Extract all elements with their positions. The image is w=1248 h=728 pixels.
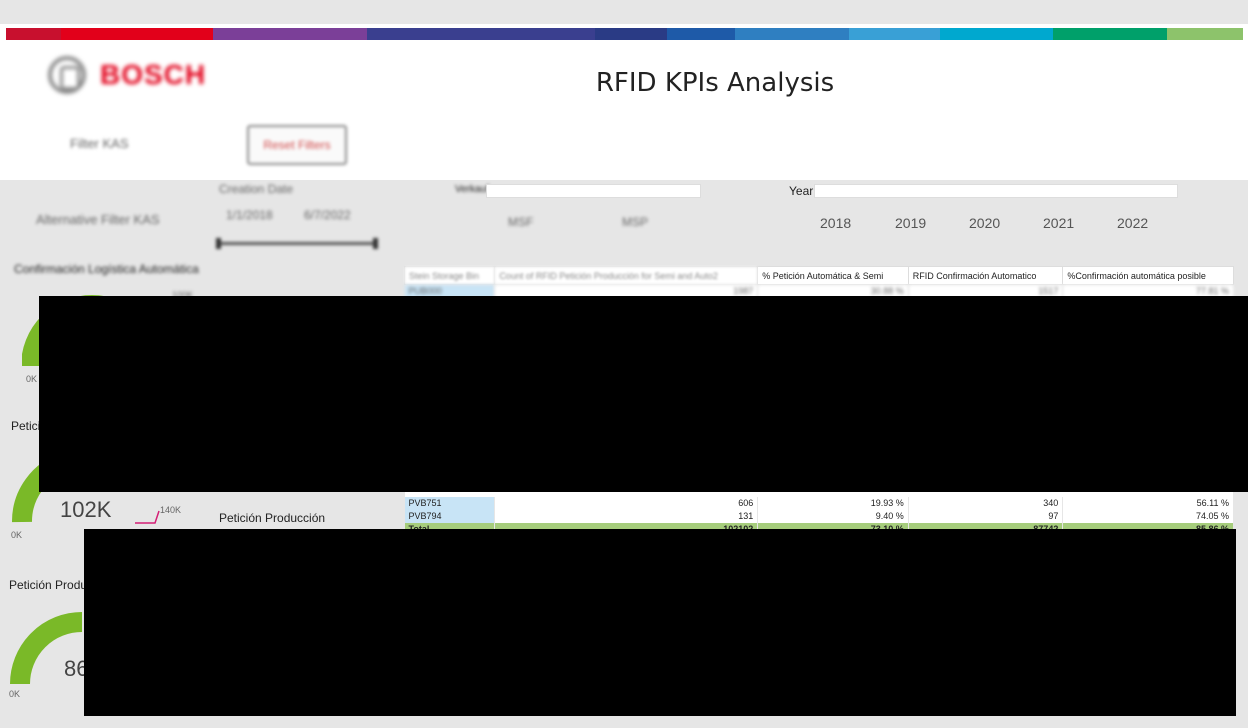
column-header[interactable]: Stein Storage Bin [403,266,496,285]
header-panel [0,24,1248,180]
date-range-slider[interactable] [216,238,378,249]
gauge-1-min: 0K [26,374,38,384]
column-header[interactable]: %Confirmación automática posible [1062,266,1234,285]
column-header[interactable]: % Petición Automática & Semi [757,266,909,285]
brand-strip-segment [939,28,1054,40]
table-header-row: Stein Storage Bin Count of RFID Petición… [403,266,1234,285]
brand-strip-segment [1166,28,1244,40]
column-header[interactable]: RFID Confirmación Automatico [907,266,1064,285]
table-row[interactable]: PVB751 606 19.93 % 340 56.11 % [404,496,1234,510]
cell-pct-conf: 56.11 % [1062,496,1234,510]
gauge-2-target-marker [135,510,160,524]
brand-strip-segment [667,28,736,40]
bosch-armature-icon [48,56,86,94]
brand-strip-segment [367,28,595,40]
gauge-2-value: 102K [60,497,112,522]
cell-pct-auto: 19.93 % [757,496,909,510]
logo-text: BOSCH [100,59,207,90]
creation-date-title: Creation Date [219,182,294,196]
cell-count: 606 [494,496,759,510]
cell-count: 131 [494,509,759,523]
bosch-logo: BOSCH [48,56,206,94]
year-option-2022[interactable]: 2022 [1117,215,1148,231]
year-option-2020[interactable]: 2020 [969,215,1000,231]
slider-track [216,242,378,245]
gauge-2-min: 0K [11,530,23,540]
row-category: PVB751 [404,496,496,510]
year-option-2019[interactable]: 2019 [895,215,926,231]
brand-strip-segment [848,28,940,40]
cell-rfid-conf: 97 [908,509,1064,523]
page-title: RFID KPIs Analysis [595,68,835,98]
year-option-2021[interactable]: 2021 [1043,215,1074,231]
redaction-block-1 [39,296,1248,492]
report-page: BOSCH RFID KPIs Analysis Filter KAS Rese… [0,0,1248,728]
gauge-2-max: 140K [160,505,182,515]
brand-strip-segment [735,28,849,40]
column-header[interactable]: Count of RFID Petición Producción for Se… [494,266,759,285]
brand-strip-segment [6,28,61,40]
verkauf-slicer-label: Verkauf [455,184,489,195]
bg-option-msp[interactable]: MSP [622,215,648,229]
brand-color-strip [6,28,1244,40]
brand-strip-segment [60,28,214,40]
brand-strip-segment [213,28,368,40]
gauge-1-title: Confirmación Logística Automática [14,262,199,276]
bg-option-msf[interactable]: MSF [508,215,533,229]
date-to-value[interactable]: 6/7/2022 [304,208,351,222]
cell-pct-auto: 9.40 % [757,509,909,523]
year-slicer[interactable] [814,184,1178,198]
brand-strip-segment [594,28,668,40]
year-option-2018[interactable]: 2018 [820,215,851,231]
side-label-peticion: Petición Producción [219,511,326,525]
year-slicer-label: Year [789,184,814,198]
gauge-3-min: 0K [9,689,21,699]
reset-filters-label: Reset Filters [263,138,331,152]
redaction-block-2 [84,529,1236,716]
reset-filters-button[interactable]: Reset Filters [247,125,347,165]
verkauf-slicer[interactable] [486,184,701,198]
cell-rfid-conf: 340 [908,496,1064,510]
table-row[interactable]: PVB794 131 9.40 % 97 74.05 % [404,509,1234,523]
cell-pct-conf: 74.05 % [1062,509,1234,523]
brand-strip-segment [1053,28,1167,40]
slider-start-handle[interactable] [216,238,221,249]
date-from-value[interactable]: 1/1/2018 [226,208,273,222]
alternative-filter-label: Alternative Filter KAS [36,212,160,227]
filter-label: Filter KAS [70,136,129,151]
row-category: PVB794 [404,509,496,523]
slider-end-handle[interactable] [373,238,378,249]
